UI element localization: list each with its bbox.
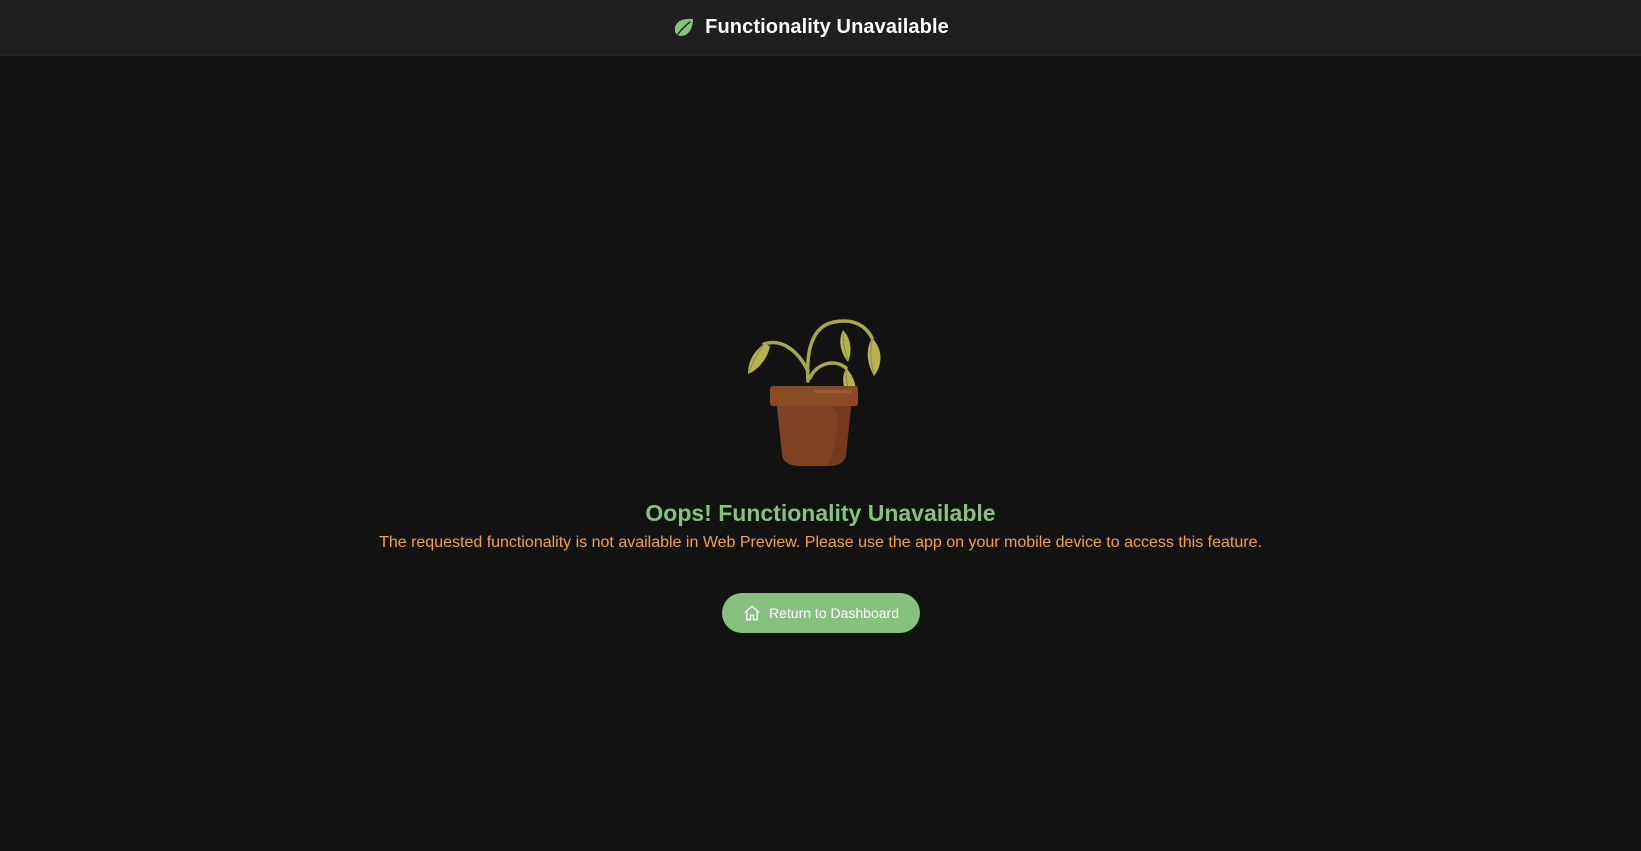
- return-to-dashboard-button[interactable]: Return to Dashboard: [722, 593, 920, 633]
- wilting-plant-illustration: [742, 296, 912, 466]
- header-content: Functionality Unavailable: [672, 16, 949, 40]
- home-icon: [743, 604, 761, 622]
- error-title: Oops! Functionality Unavailable: [645, 500, 996, 526]
- top-header-bar: Functionality Unavailable: [0, 0, 1641, 56]
- leaf-icon: [672, 16, 696, 40]
- header-title: Functionality Unavailable: [705, 16, 949, 38]
- return-to-dashboard-label: Return to Dashboard: [769, 605, 899, 621]
- error-message: The requested functionality is not avail…: [379, 534, 1262, 551]
- main-content: Oops! Functionality Unavailable The requ…: [0, 56, 1641, 851]
